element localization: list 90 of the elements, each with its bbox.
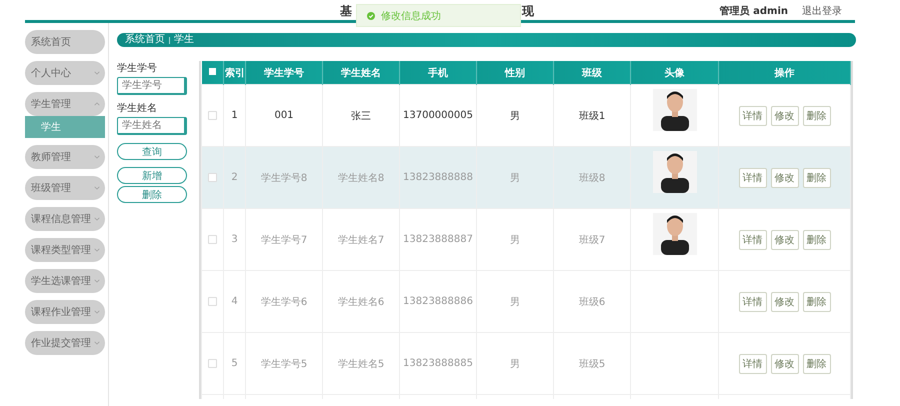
table-cell: 男	[476, 270, 554, 332]
table-cell: 13823888888	[400, 146, 476, 208]
row-action-button[interactable]: 删除	[802, 354, 830, 374]
table-cell: 学生姓名6	[322, 270, 400, 332]
sidebar-subitem[interactable]: 学生	[25, 116, 105, 138]
sidebar-item[interactable]: 课程类型管理	[25, 238, 105, 262]
row-action-button[interactable]: 修改	[770, 106, 798, 126]
sidebar-item[interactable]: 班级管理	[25, 176, 105, 200]
input-field[interactable]: 学生学号	[117, 77, 187, 95]
caret-icon	[94, 71, 100, 75]
breadcrumb-divider	[169, 36, 170, 44]
row-action-button[interactable]: 修改	[770, 230, 798, 250]
checkbox[interactable]	[208, 234, 217, 244]
caret-icon	[94, 310, 100, 314]
checkbox[interactable]	[208, 110, 217, 120]
row-action-button[interactable]: 详情	[738, 292, 766, 312]
row-action-button[interactable]: 删除	[802, 230, 830, 250]
caret-icon	[94, 279, 100, 283]
logout-link[interactable]: 退出登录	[802, 4, 842, 18]
sidebar-item[interactable]: 课程作业管理	[25, 300, 105, 324]
table-cell: 13823888885	[400, 332, 476, 394]
table-cell: 4	[224, 270, 246, 332]
table-cell: 3	[224, 208, 246, 270]
action-button[interactable]: 删除	[117, 186, 187, 203]
table-cell: 班级5	[554, 332, 630, 394]
column-header: 操作	[718, 61, 850, 84]
table-cell: 学生学号7	[246, 208, 322, 270]
breadcrumb-item[interactable]: 学生	[174, 35, 194, 45]
row-action-button[interactable]: 删除	[802, 292, 830, 312]
table-cell: 学生姓名7	[322, 208, 400, 270]
toast-message: 修改信息成功	[381, 10, 441, 22]
sidebar-item[interactable]: 学生管理	[25, 92, 105, 116]
table-cell: 学生姓名5	[322, 332, 400, 394]
row-action-button[interactable]: 详情	[738, 230, 766, 250]
input-field[interactable]: 学生姓名	[117, 117, 187, 135]
filter-label: 学生姓名	[117, 102, 158, 115]
table-cell: 学生姓名8	[322, 146, 400, 208]
caret-icon	[94, 155, 100, 159]
sidebar-item[interactable]: 系统首页	[25, 30, 105, 54]
breadcrumb-item[interactable]: 系统首页	[125, 35, 165, 45]
column-header: 学生姓名	[322, 61, 400, 84]
column-header: 头像	[630, 61, 718, 84]
sidebar-item[interactable]: 个人中心	[25, 61, 105, 85]
filter-label: 学生学号	[117, 62, 158, 75]
row-action-button[interactable]: 详情	[738, 168, 766, 188]
row-action-button[interactable]: 删除	[802, 106, 830, 126]
table-cell: 13823888887	[400, 208, 476, 270]
column-header: 学生学号	[246, 61, 322, 84]
caret-icon	[94, 341, 100, 345]
column-header: 班级	[554, 61, 630, 84]
table-cell: 班级6	[554, 270, 630, 332]
success-icon	[367, 12, 375, 20]
caret-icon	[94, 186, 100, 190]
table-cell: 男	[476, 146, 554, 208]
row-action-button[interactable]: 详情	[738, 354, 766, 374]
row-action-button[interactable]: 详情	[738, 106, 766, 126]
row-action-button[interactable]: 修改	[770, 354, 798, 374]
row-action-button[interactable]: 修改	[770, 168, 798, 188]
checkbox[interactable]	[208, 296, 217, 306]
caret-icon	[94, 248, 100, 252]
site-title: 基	[340, 3, 352, 20]
sidebar-item[interactable]: 教师管理	[25, 145, 105, 169]
user-label: 管理员 admin	[720, 4, 788, 18]
table-cell: 2	[224, 146, 246, 208]
sidebar-item[interactable]: 课程信息管理	[25, 207, 105, 231]
column-header: 索引	[224, 61, 246, 84]
action-button[interactable]: 查询	[117, 143, 187, 160]
table-cell: 男	[476, 332, 554, 394]
caret-icon	[94, 217, 100, 221]
table-cell: 1	[224, 84, 246, 146]
caret-icon	[94, 102, 100, 106]
table-cell: 13823888886	[400, 270, 476, 332]
checkbox[interactable]	[208, 358, 217, 368]
table-cell: 班级8	[554, 146, 630, 208]
checkbox[interactable]	[208, 172, 217, 182]
row-action-button[interactable]: 修改	[770, 292, 798, 312]
sidebar-item[interactable]: 学生选课管理	[25, 269, 105, 293]
table-cell: 男	[476, 208, 554, 270]
table-cell: 学生学号5	[246, 332, 322, 394]
column-header: 性别	[476, 61, 554, 84]
site-title: 现	[522, 3, 534, 20]
table-cell: 学生学号6	[246, 270, 322, 332]
column-header: 手机	[400, 61, 476, 84]
action-button[interactable]: 新增	[117, 167, 187, 184]
checkbox[interactable]	[208, 68, 216, 75]
table-cell: 学生学号8	[246, 146, 322, 208]
row-action-button[interactable]: 删除	[802, 168, 830, 188]
table-cell: 班级7	[554, 208, 630, 270]
sidebar-item[interactable]: 作业提交管理	[25, 331, 105, 355]
table-cell: 5	[224, 332, 246, 394]
